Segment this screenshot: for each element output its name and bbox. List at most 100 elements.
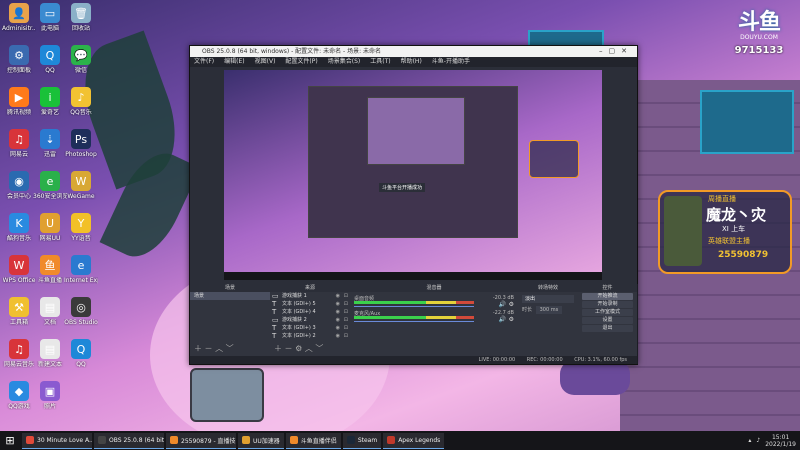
- desktop-icon[interactable]: W WPS Office: [2, 255, 36, 284]
- desktop-icon[interactable]: i 爱奇艺: [33, 87, 67, 116]
- desktop-icon-label: Adminisitr...: [2, 25, 36, 32]
- visibility-eye-icon[interactable]: ◉: [336, 332, 340, 340]
- source-item[interactable]: ▭ 游戏捕获 2 ◉ ⊡: [270, 316, 350, 324]
- scene-controls[interactable]: ＋ － ︿ ﹀: [194, 343, 234, 354]
- desktop-icon[interactable]: ▤ 新建文本: [33, 339, 67, 368]
- desktop-icon[interactable]: ◉ 会员中心: [2, 171, 36, 200]
- wallpaper-gamepad: [560, 360, 630, 395]
- obs-menu-item[interactable]: 帮助(H): [401, 57, 422, 67]
- desktop-icon[interactable]: ◎ OBS Studio: [64, 297, 98, 326]
- desktop-icon[interactable]: ♫ 网易云音乐: [2, 339, 36, 368]
- sources-header: 来源: [270, 284, 350, 292]
- source-item[interactable]: T 文本 (GDI+) 3 ◉ ⊡: [270, 324, 350, 332]
- taskbar-item[interactable]: Apex Legends: [383, 432, 445, 449]
- desktop-icon[interactable]: U 网易UU: [33, 213, 67, 242]
- taskbar-item[interactable]: Steam: [342, 432, 382, 449]
- obs-menu-item[interactable]: 编辑(E): [224, 57, 244, 67]
- obs-titlebar[interactable]: OBS 25.0.8 (64 bit, windows) - 配置文件: 未命名…: [190, 46, 637, 57]
- clock[interactable]: 15:01 2022/1/19: [765, 434, 796, 448]
- control-button[interactable]: 开始录制: [582, 301, 633, 308]
- source-label: 文本 (GDI+) 3: [282, 325, 316, 331]
- desktop-icon[interactable]: ◆ QQ游戏: [2, 381, 36, 410]
- control-button[interactable]: 设置: [582, 317, 633, 324]
- speaker-icon[interactable]: 🔊: [499, 301, 506, 308]
- duration-input[interactable]: 300 ms: [535, 306, 563, 314]
- obs-menu-item[interactable]: 文件(F): [194, 57, 214, 67]
- desktop-icon[interactable]: W WeGame: [64, 171, 98, 200]
- desktop-icon[interactable]: ▶ 腾讯视频: [2, 87, 36, 116]
- obs-menu-item[interactable]: 视图(V): [255, 57, 276, 67]
- mixer-channel: 麦克风/Aux -22.7 dB 🔊 ⚙: [354, 310, 514, 323]
- source-label: 文本 (GDI+) 4: [282, 309, 316, 315]
- visibility-eye-icon[interactable]: ◉: [336, 308, 340, 316]
- desktop-icon[interactable]: ⇣ 迅雷: [33, 129, 67, 158]
- volume-icon[interactable]: ♪: [756, 437, 760, 444]
- desktop-icon-label: 会员中心: [6, 193, 31, 200]
- volume-slider[interactable]: [354, 306, 474, 307]
- speaker-icon[interactable]: 🔊: [499, 316, 506, 323]
- desktop-icon[interactable]: e Internet Explorer: [64, 255, 98, 284]
- source-item[interactable]: T 文本 (GDI+) 4 ◉ ⊡: [270, 308, 350, 316]
- obs-menu-item[interactable]: 场景集合(S): [328, 57, 361, 67]
- gear-icon[interactable]: ⚙: [509, 301, 514, 308]
- douyu-url: DOUYU.COM: [740, 34, 778, 41]
- control-button[interactable]: 退出: [582, 325, 633, 332]
- scene-item[interactable]: 场景: [190, 292, 270, 300]
- windows-start-icon[interactable]: ⊞: [0, 431, 20, 450]
- desktop-icon[interactable]: ♫ 网易云: [2, 129, 36, 158]
- desktop-icon[interactable]: ⚙ 控制面板: [2, 45, 36, 74]
- visibility-eye-icon[interactable]: ◉: [336, 316, 340, 324]
- volume-slider[interactable]: [354, 321, 474, 322]
- app-icon: ◉: [9, 171, 29, 191]
- desktop-icon[interactable]: 🗑 回收站: [64, 3, 98, 32]
- window-controls[interactable]: –▢✕: [599, 46, 633, 57]
- gear-icon[interactable]: ⚙: [509, 316, 514, 323]
- desktop-icon[interactable]: Y YY语音: [64, 213, 98, 242]
- taskbar-item[interactable]: 斗鱼直播伴侣: [285, 432, 341, 449]
- transition-select[interactable]: 淡出: [522, 295, 574, 303]
- obs-window[interactable]: OBS 25.0.8 (64 bit, windows) - 配置文件: 未命名…: [189, 45, 638, 365]
- desktop-icon[interactable]: ⚒ 工具箱: [2, 297, 36, 326]
- desktop-icon[interactable]: K 酷狗音乐: [2, 213, 36, 242]
- desktop-icon[interactable]: ♪ QQ音乐: [64, 87, 98, 116]
- obs-menu-item[interactable]: 斗鱼-开播助手: [432, 57, 470, 67]
- visibility-eye-icon[interactable]: ◉: [336, 300, 340, 308]
- desktop-icon[interactable]: Q QQ: [64, 339, 98, 368]
- app-icon: ◆: [9, 381, 29, 401]
- lock-icon[interactable]: ⊡: [344, 332, 348, 340]
- visibility-eye-icon[interactable]: ◉: [336, 292, 340, 300]
- obs-menu-item[interactable]: 配置文件(P): [285, 57, 317, 67]
- lock-icon[interactable]: ⊡: [344, 300, 348, 308]
- source-item[interactable]: ▭ 游戏捕获 1 ◉ ⊡: [270, 292, 350, 300]
- control-button[interactable]: 工作室模式: [582, 309, 633, 316]
- control-button[interactable]: 开始推流: [582, 293, 633, 300]
- source-controls[interactable]: ＋ － ⚙ ︿ ﹀: [274, 343, 323, 354]
- lock-icon[interactable]: ⊡: [344, 292, 348, 300]
- lock-icon[interactable]: ⊡: [344, 324, 348, 332]
- lock-icon[interactable]: ⊡: [344, 308, 348, 316]
- desktop-icon[interactable]: 鱼斗鱼直播: [33, 255, 67, 284]
- desktop-icon[interactable]: Ps Photoshop: [64, 129, 98, 158]
- taskbar-item[interactable]: OBS 25.0.8 (64 bit)...: [94, 432, 164, 449]
- lock-icon[interactable]: ⊡: [344, 316, 348, 324]
- source-item[interactable]: T 文本 (GDI+) 5 ◉ ⊡: [270, 300, 350, 308]
- desktop-icon-label: 腾讯视频: [6, 109, 31, 116]
- desktop-icon[interactable]: e 360安全浏览器: [33, 171, 67, 200]
- taskbar-item[interactable]: 30 Minute Love A...: [22, 432, 92, 449]
- desktop-icon-label: 文档: [43, 319, 56, 326]
- source-item[interactable]: T 文本 (GDI+) 2 ◉ ⊡: [270, 332, 350, 340]
- visibility-eye-icon[interactable]: ◉: [336, 324, 340, 332]
- taskbar-item[interactable]: UU加速器: [238, 432, 284, 449]
- desktop-icon-label: OBS Studio: [64, 319, 98, 326]
- app-icon: 鱼: [40, 255, 60, 275]
- network-icon[interactable]: ▴: [748, 437, 751, 444]
- desktop-icon[interactable]: Q QQ: [33, 45, 67, 74]
- desktop-icon[interactable]: 💬 微信: [64, 45, 98, 74]
- taskbar-item[interactable]: 25590879 - 直播技...: [166, 432, 236, 449]
- desktop-icon[interactable]: ▣ 照片: [33, 381, 67, 410]
- obs-preview[interactable]: 斗鱼平台开播成功: [224, 70, 602, 280]
- obs-menu-item[interactable]: 工具(T): [370, 57, 390, 67]
- desktop-icon[interactable]: 👤 Adminisitr...: [2, 3, 36, 32]
- desktop-icon[interactable]: ▭ 此电脑: [33, 3, 67, 32]
- desktop-icon[interactable]: ▤ 文档: [33, 297, 67, 326]
